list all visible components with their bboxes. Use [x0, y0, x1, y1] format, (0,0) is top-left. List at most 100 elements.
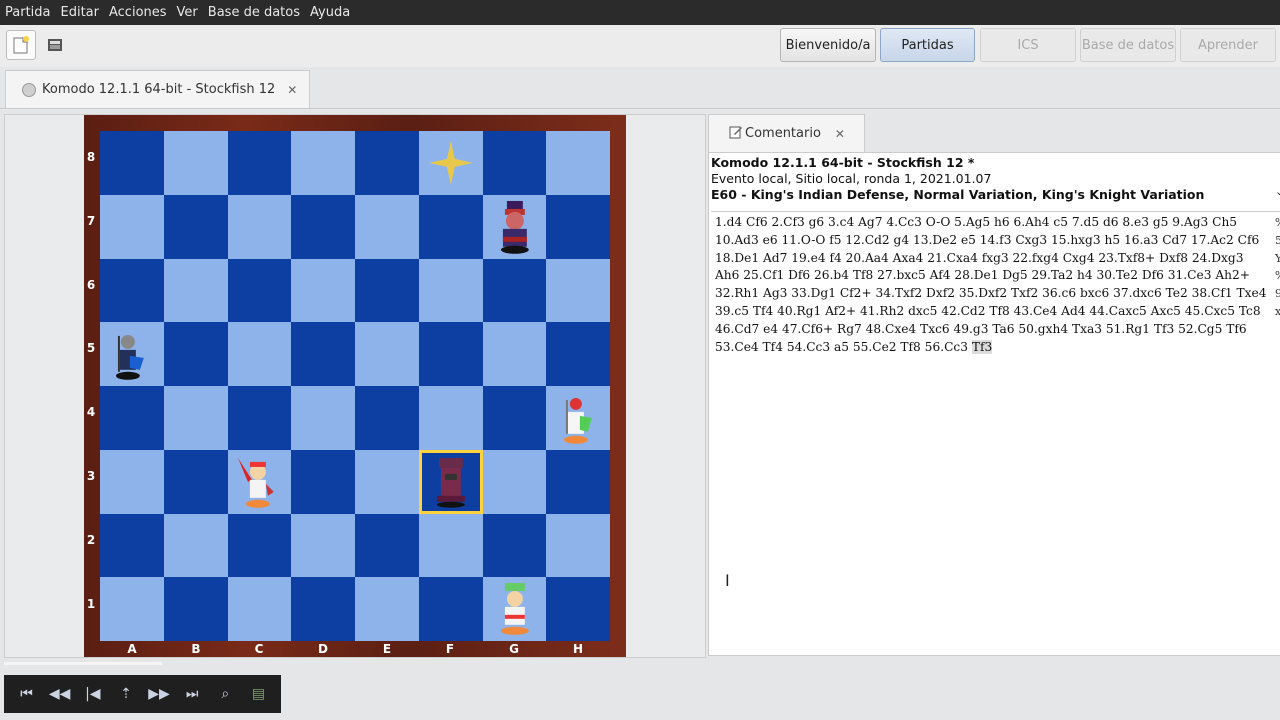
square-h6[interactable]	[546, 258, 610, 323]
square-e1[interactable]	[355, 577, 419, 641]
last-move-icon[interactable]: ⏭	[178, 686, 206, 702]
close-icon[interactable]: ✕	[287, 83, 297, 97]
moves-area[interactable]: 1.d4 Cf6 2.Cf3 g6 3.c4 Ag7 4.Cc3 O-O 5.A…	[711, 211, 1280, 652]
square-c1[interactable]	[227, 577, 292, 641]
tab-game[interactable]: Komodo 12.1.1 64-bit - Stockfish 12 ✕	[5, 70, 310, 108]
square-g6[interactable]	[482, 258, 547, 323]
menu-partida[interactable]: Partida	[0, 0, 56, 25]
square-b4[interactable]	[163, 386, 228, 450]
menu-ver[interactable]: Ver	[172, 0, 203, 25]
square-d8[interactable]	[291, 131, 355, 195]
book-icon[interactable]: ▤	[244, 686, 272, 702]
square-d1[interactable]	[291, 577, 355, 641]
moves-list[interactable]: 1.d4 Cf6 2.Cf3 g6 3.c4 Ag7 4.Cc3 O-O 5.A…	[715, 214, 1271, 356]
zoom-icon[interactable]: ⌕	[211, 686, 239, 702]
open-file-icon[interactable]	[40, 30, 70, 60]
black-king-icon[interactable]	[483, 195, 547, 259]
comment-body[interactable]: Komodo 12.1.1 64-bit - Stockfish 12 * Ev…	[708, 152, 1280, 656]
square-a7[interactable]	[100, 194, 164, 259]
white-pawn-icon[interactable]	[546, 386, 610, 450]
square-f8[interactable]	[418, 131, 483, 195]
square-d5[interactable]	[291, 322, 355, 386]
square-a6[interactable]	[100, 258, 164, 323]
forward-icon[interactable]: ▶▶	[145, 686, 173, 702]
square-a4[interactable]	[100, 386, 164, 450]
back-icon[interactable]: ◀◀	[46, 686, 74, 702]
square-c2[interactable]	[227, 513, 292, 578]
square-h3[interactable]	[546, 449, 610, 514]
square-e3[interactable]	[355, 449, 419, 514]
black-pawn-icon[interactable]	[100, 322, 164, 386]
square-h7[interactable]	[546, 194, 610, 259]
square-a3[interactable]	[100, 449, 164, 514]
square-d7[interactable]	[291, 194, 355, 259]
square-g3[interactable]	[482, 449, 547, 514]
square-e6[interactable]	[355, 258, 419, 323]
close-icon[interactable]: ✕	[835, 127, 845, 141]
square-h2[interactable]	[546, 513, 610, 578]
first-move-icon[interactable]: ⏮	[13, 686, 41, 702]
games-button[interactable]: Partidas	[880, 28, 975, 62]
new-game-icon[interactable]	[6, 30, 36, 60]
square-g4[interactable]	[482, 386, 547, 450]
square-h8[interactable]	[546, 131, 610, 195]
square-b8[interactable]	[163, 131, 228, 195]
square-b6[interactable]	[163, 258, 228, 323]
black-rook-icon[interactable]	[419, 450, 483, 514]
square-f3[interactable]	[418, 449, 483, 514]
square-c4[interactable]	[227, 386, 292, 450]
square-d6[interactable]	[291, 258, 355, 323]
square-b5[interactable]	[163, 322, 228, 386]
square-f2[interactable]	[418, 513, 483, 578]
square-e4[interactable]	[355, 386, 419, 450]
square-e8[interactable]	[355, 131, 419, 195]
square-c6[interactable]	[227, 258, 292, 323]
square-f5[interactable]	[418, 322, 483, 386]
square-d2[interactable]	[291, 513, 355, 578]
square-h1[interactable]	[546, 577, 610, 641]
chevron-down-icon[interactable]: ⌄	[1275, 185, 1280, 198]
square-b1[interactable]	[163, 577, 228, 641]
white-king-icon[interactable]	[483, 577, 547, 641]
learn-button[interactable]: Aprender	[1180, 28, 1276, 62]
square-e7[interactable]	[355, 194, 419, 259]
welcome-button[interactable]: Bienvenido/a	[780, 28, 876, 62]
square-c5[interactable]	[227, 322, 292, 386]
current-move[interactable]: Tf3	[971, 339, 993, 354]
menu-ayuda[interactable]: Ayuda	[305, 0, 355, 25]
tab-comment[interactable]: Comentario ✕	[708, 114, 865, 152]
ics-button[interactable]: ICS	[980, 28, 1076, 62]
menu-acciones[interactable]: Acciones	[104, 0, 172, 25]
square-c7[interactable]	[227, 194, 292, 259]
square-g2[interactable]	[482, 513, 547, 578]
square-g7[interactable]	[482, 194, 547, 259]
square-g8[interactable]	[482, 131, 547, 195]
square-h4[interactable]	[546, 386, 610, 450]
menu-editar[interactable]: Editar	[56, 0, 105, 25]
previous-move-icon[interactable]: |◀	[79, 686, 107, 702]
square-d4[interactable]	[291, 386, 355, 450]
square-f1[interactable]	[418, 577, 483, 641]
up-variation-icon[interactable]: ⇡	[112, 686, 140, 702]
square-a5[interactable]	[100, 322, 164, 386]
square-a1[interactable]	[100, 577, 164, 641]
square-a8[interactable]	[100, 131, 164, 195]
square-f6[interactable]	[418, 258, 483, 323]
square-e5[interactable]	[355, 322, 419, 386]
menu-base-de-datos[interactable]: Base de datos	[203, 0, 305, 25]
square-b3[interactable]	[163, 449, 228, 514]
square-g1[interactable]	[482, 577, 547, 641]
square-b2[interactable]	[163, 513, 228, 578]
square-c8[interactable]	[227, 131, 292, 195]
square-e2[interactable]	[355, 513, 419, 578]
square-f7[interactable]	[418, 194, 483, 259]
square-d3[interactable]	[291, 449, 355, 514]
square-a2[interactable]	[100, 513, 164, 578]
square-h5[interactable]	[546, 322, 610, 386]
white-knight-icon[interactable]	[228, 450, 292, 514]
database-button[interactable]: Base de datos	[1080, 28, 1176, 62]
square-b7[interactable]	[163, 194, 228, 259]
square-f4[interactable]	[418, 386, 483, 450]
chess-board[interactable]	[100, 131, 610, 641]
square-g5[interactable]	[482, 322, 547, 386]
